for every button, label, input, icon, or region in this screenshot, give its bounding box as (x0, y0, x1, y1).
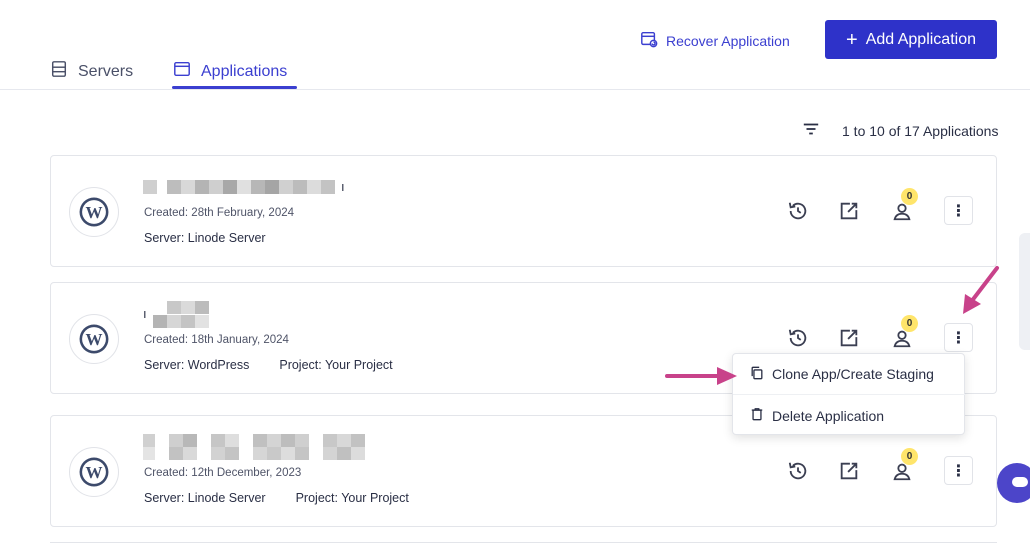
pager-text: 1 to 10 of 17 Applications (842, 122, 999, 139)
tab-label: Applications (201, 62, 288, 80)
copy-icon (750, 366, 764, 383)
server-icon (50, 60, 68, 83)
top-bar: Servers Applications Recover Application… (0, 0, 1030, 90)
add-label: Add Application (865, 30, 976, 48)
card-actions: 0 ⋮ (787, 314, 973, 352)
wordpress-logo-icon: W (69, 314, 119, 364)
history-icon[interactable] (787, 327, 809, 349)
active-tab-indicator (172, 86, 297, 89)
created-date: Created: 12th December, 2023 (144, 467, 302, 479)
card-actions: 0 ⋮ (787, 447, 973, 485)
external-link-icon[interactable] (838, 327, 860, 349)
project-name: Project: Your Project (295, 491, 409, 505)
external-link-icon[interactable] (838, 200, 860, 222)
more-options-button[interactable]: ⋮ (944, 323, 973, 352)
chat-support-button[interactable] (997, 463, 1030, 503)
history-icon[interactable] (787, 460, 809, 482)
delete-label: Delete Application (772, 407, 885, 424)
collaborators-icon[interactable]: 0 (891, 447, 918, 482)
restore-window-icon (640, 30, 658, 51)
collaborators-icon[interactable]: 0 (891, 187, 918, 222)
app-name-redacted[interactable] (143, 434, 365, 460)
clone-label: Clone App/Create Staging (772, 366, 934, 382)
collaborator-count-badge: 0 (901, 447, 918, 465)
app-name-redacted[interactable]: ı (143, 301, 209, 328)
app-meta: Server: Linode Server (144, 231, 266, 245)
svg-text:W: W (86, 203, 103, 222)
created-date: Created: 28th February, 2024 (144, 207, 295, 219)
delete-application-menu-item[interactable]: Delete Application (733, 395, 966, 436)
annotation-arrow-right (665, 367, 737, 385)
pagination-summary: 1 to 10 of 17 Applications (802, 120, 998, 141)
application-card[interactable]: W ı Created: 28th February, 2024 Server:… (50, 155, 997, 267)
tab-applications[interactable]: Applications (173, 60, 287, 83)
project-name: Project: Your Project (279, 358, 393, 372)
cloud-icon (1012, 477, 1028, 487)
side-drawer-handle[interactable] (1019, 233, 1030, 350)
app-options-menu: Clone App/Create Staging Delete Applicat… (732, 353, 966, 436)
filter-icon[interactable] (802, 120, 820, 141)
window-icon (173, 60, 191, 83)
more-options-button[interactable]: ⋮ (944, 196, 973, 225)
server-name: Server: Linode Server (144, 491, 266, 505)
add-application-button[interactable]: + Add Application (825, 20, 997, 59)
collaborator-count-badge: 0 (901, 187, 918, 205)
app-name-prefix: ı (143, 306, 147, 321)
clone-app-menu-item[interactable]: Clone App/Create Staging (733, 354, 966, 395)
app-name-redacted[interactable]: ı (143, 180, 345, 194)
plus-icon: + (846, 28, 858, 51)
more-options-button[interactable]: ⋮ (944, 456, 973, 485)
collaborators-icon[interactable]: 0 (891, 314, 918, 349)
svg-text:W: W (86, 330, 103, 349)
external-link-icon[interactable] (838, 460, 860, 482)
card-actions: 0 ⋮ (787, 187, 973, 225)
tab-servers[interactable]: Servers (50, 60, 133, 83)
collaborator-count-badge: 0 (901, 314, 918, 332)
created-date: Created: 18th January, 2024 (144, 334, 289, 346)
tab-label: Servers (78, 62, 134, 80)
annotation-arrow-down-left (963, 266, 999, 314)
recover-label: Recover Application (666, 32, 790, 49)
svg-text:W: W (86, 463, 103, 482)
app-meta: Server: Linode Server Project: Your Proj… (144, 491, 409, 505)
wordpress-logo-icon: W (69, 447, 119, 497)
recover-application-link[interactable]: Recover Application (640, 30, 790, 51)
app-name-suffix: ı (341, 179, 345, 194)
trash-icon (750, 407, 764, 424)
server-name: Server: Linode Server (144, 231, 266, 245)
wordpress-logo-icon: W (69, 187, 119, 237)
server-name: Server: WordPress (144, 358, 250, 372)
app-meta: Server: WordPress Project: Your Project (144, 358, 393, 372)
history-icon[interactable] (787, 200, 809, 222)
